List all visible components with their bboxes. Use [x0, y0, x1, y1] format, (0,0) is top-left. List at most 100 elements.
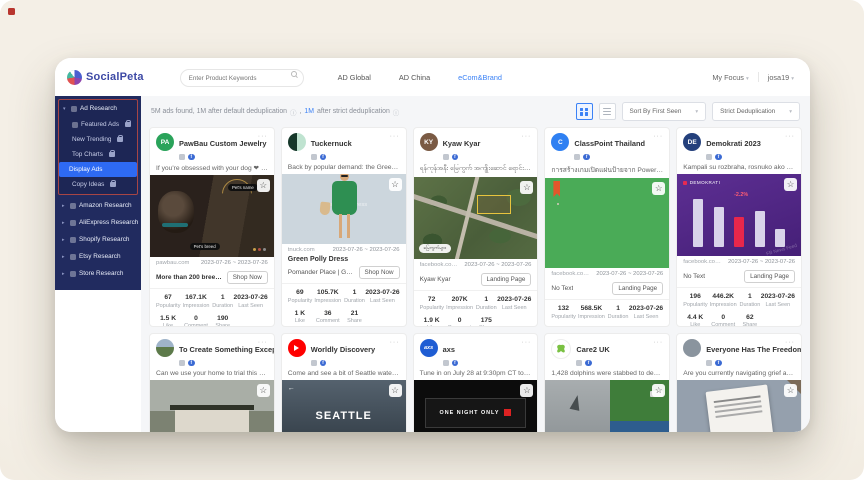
expand-arrow-icon: ▸ [62, 254, 67, 260]
advertiser-name[interactable]: axs [443, 345, 455, 354]
info-icon[interactable]: ⓘ [290, 107, 297, 117]
advertiser-domain[interactable]: tnuck.com [288, 247, 315, 253]
nav-ad-global[interactable]: AD Global [338, 73, 371, 82]
account-menu[interactable]: josa19▾ [768, 73, 794, 82]
grid-view-toggle[interactable] [576, 103, 593, 120]
more-menu-icon[interactable]: ··· [785, 339, 795, 346]
favorite-star-icon[interactable]: ☆ [520, 181, 533, 194]
advertiser-domain[interactable]: facebook.com/... [551, 271, 592, 277]
advertiser-domain[interactable]: facebook.com/... [420, 262, 461, 268]
info-icon[interactable]: ⓘ [393, 107, 400, 117]
advertiser-avatar[interactable]: KY [420, 133, 438, 151]
sidebar-item-new-trending[interactable]: New Trending [59, 132, 137, 147]
advertiser-avatar[interactable] [551, 339, 571, 359]
favorite-star-icon[interactable]: ☆ [257, 179, 270, 192]
ad-image[interactable]: ☆ DEMOKRATI -2.2% FB News Feed [677, 174, 801, 256]
more-menu-icon[interactable]: ··· [390, 133, 400, 140]
more-menu-icon[interactable]: ··· [521, 339, 531, 346]
sidebar-item-store-research[interactable]: ▸ Store Research [58, 265, 138, 282]
expand-arrow-icon: ▸ [62, 237, 67, 243]
sidebar-item-shopify-research[interactable]: ▸ Shopify Research [58, 231, 138, 248]
ad-image[interactable]: ☆ ONE NIGHT ONLY [414, 380, 538, 432]
advertiser-name[interactable]: Tuckernuck [311, 139, 352, 148]
ad-card[interactable]: Everyone Has The Freedom To... f ··· Are… [676, 333, 802, 432]
my-focus-menu[interactable]: My Focus▾ [712, 73, 748, 82]
sidebar-item-display-ads[interactable]: Display Ads [59, 162, 137, 177]
ad-card[interactable]: axs axs f ··· Tune in on July 28 at 9:30… [413, 333, 539, 432]
advertiser-name[interactable]: Care2 UK [576, 345, 609, 354]
favorite-star-icon[interactable]: ☆ [652, 182, 665, 195]
advertiser-name[interactable]: Worldly Discovery [311, 345, 375, 354]
ad-card[interactable]: Tuckernuck f ··· Back by popular demand:… [281, 127, 407, 327]
favorite-star-icon[interactable]: ☆ [257, 384, 270, 397]
sidebar-item-copy-ideas[interactable]: Copy Ideas [59, 177, 137, 192]
ad-image[interactable]: ☆ Pet's name Pet's breed [150, 175, 274, 257]
ad-image[interactable]: ☆ [150, 380, 274, 432]
advertiser-name[interactable]: Everyone Has The Freedom To... [706, 345, 802, 354]
sidebar-item-etsy-research[interactable]: ▸ Etsy Research [58, 248, 138, 265]
landing-page-button[interactable]: Landing Page [481, 273, 532, 286]
advertiser-domain[interactable]: facebook.com/... [683, 259, 724, 265]
advertiser-info: axs f [443, 339, 517, 366]
ad-card[interactable]: Worldly Discovery f ··· Come and see a b… [281, 333, 407, 432]
more-menu-icon[interactable]: ··· [258, 133, 268, 140]
landing-page-button[interactable]: Landing Page [612, 282, 663, 295]
favorite-star-icon[interactable]: ☆ [784, 384, 797, 397]
advertiser-domain[interactable]: pawbau.com [156, 260, 189, 266]
favorite-star-icon[interactable]: ☆ [520, 384, 533, 397]
more-menu-icon[interactable]: ··· [521, 133, 531, 140]
shop-now-button[interactable]: Shop Now [227, 271, 268, 284]
more-menu-icon[interactable]: ··· [785, 133, 795, 140]
landing-page-button[interactable]: Landing Page [744, 270, 795, 283]
favorite-star-icon[interactable]: ☆ [389, 178, 402, 191]
advertiser-name[interactable]: ClassPoint Thailand [574, 139, 645, 148]
shop-now-button[interactable]: Shop Now [359, 266, 400, 279]
sort-by-select[interactable]: Sort By First Seen▾ [622, 102, 707, 121]
brand-logo[interactable]: SocialPeta [67, 70, 144, 85]
sidebar-item-aliexpress-research[interactable]: ▸ AliExpress Research [58, 214, 138, 231]
advertiser-avatar[interactable]: DE [683, 133, 701, 151]
ad-image[interactable]: ☆ Green Polly Dress [282, 174, 406, 244]
ad-card[interactable]: To Create Something Exceptio... f ··· Ca… [149, 333, 275, 432]
more-menu-icon[interactable]: ··· [653, 133, 663, 140]
sidebar-item-amazon-research[interactable]: ▸ Amazon Research [58, 197, 138, 214]
advertiser-name[interactable]: PawBau Custom Jewelry [179, 139, 267, 148]
ad-image[interactable]: ☆ สร้างสไลด์ตั้งเวลา PowerPoint! P ✓ [545, 178, 669, 268]
ad-image[interactable]: ☆ [677, 380, 801, 432]
advertiser-name[interactable]: Demokrati 2023 [706, 139, 761, 148]
favorite-star-icon[interactable]: ☆ [652, 384, 665, 397]
expand-arrow-icon: ▾ [63, 106, 68, 112]
favorite-star-icon[interactable]: ☆ [784, 178, 797, 191]
ad-card[interactable]: PA PawBau Custom Jewelry f ··· If you're… [149, 127, 275, 327]
advertiser-name[interactable]: To Create Something Exceptio... [179, 345, 275, 354]
search-input[interactable] [180, 69, 304, 87]
sidebar-item-ad-research[interactable]: ▾ Ad Research [59, 100, 137, 117]
more-menu-icon[interactable]: ··· [258, 339, 268, 346]
advertiser-avatar[interactable] [156, 339, 174, 357]
nav-ecom-brand[interactable]: eCom&Brand [458, 73, 502, 82]
search-icon[interactable] [291, 71, 298, 78]
ad-card[interactable]: C ClassPoint Thailand f ··· การสร้างเกมเ… [544, 127, 670, 327]
more-menu-icon[interactable]: ··· [390, 339, 400, 346]
favorite-star-icon[interactable]: ☆ [389, 384, 402, 397]
advertiser-avatar[interactable]: axs [420, 339, 438, 357]
sidebar-item-featured-ads[interactable]: Featured Ads [59, 117, 137, 132]
list-view-toggle[interactable] [599, 103, 616, 120]
ad-card[interactable]: KY Kyaw Kyar f ··· ရန်ကုန်အနီး မြေကွက် အ… [413, 127, 539, 327]
youtube-avatar-icon[interactable] [288, 339, 306, 357]
ad-image[interactable]: ☆ [545, 380, 669, 432]
ad-image[interactable]: ☆ ← SEATTLE WASHINGTON [282, 380, 406, 432]
more-menu-icon[interactable]: ··· [653, 339, 663, 346]
ad-image[interactable]: ☆ မြေကွက်များ [414, 177, 538, 259]
advertiser-avatar[interactable] [288, 133, 306, 151]
nav-ad-china[interactable]: AD China [399, 73, 430, 82]
sidebar-item-top-charts[interactable]: Top Charts [59, 147, 137, 162]
advertiser-avatar[interactable]: PA [156, 133, 174, 151]
advertiser-avatar[interactable]: C [551, 133, 569, 151]
ad-card[interactable]: DE Demokrati 2023 f ··· Kampali su rozbr… [676, 127, 802, 327]
deduplication-select[interactable]: Strict Deduplication▾ [712, 102, 800, 121]
ad-card[interactable]: Care2 UK f ··· 1,428 dolphins were stabb… [544, 333, 670, 432]
advertiser-name[interactable]: Kyaw Kyar [443, 139, 481, 148]
advertiser-avatar[interactable] [683, 339, 701, 357]
card-footer: tnuck.com 2023-07-26 ~ 2023-07-26 [282, 244, 406, 255]
